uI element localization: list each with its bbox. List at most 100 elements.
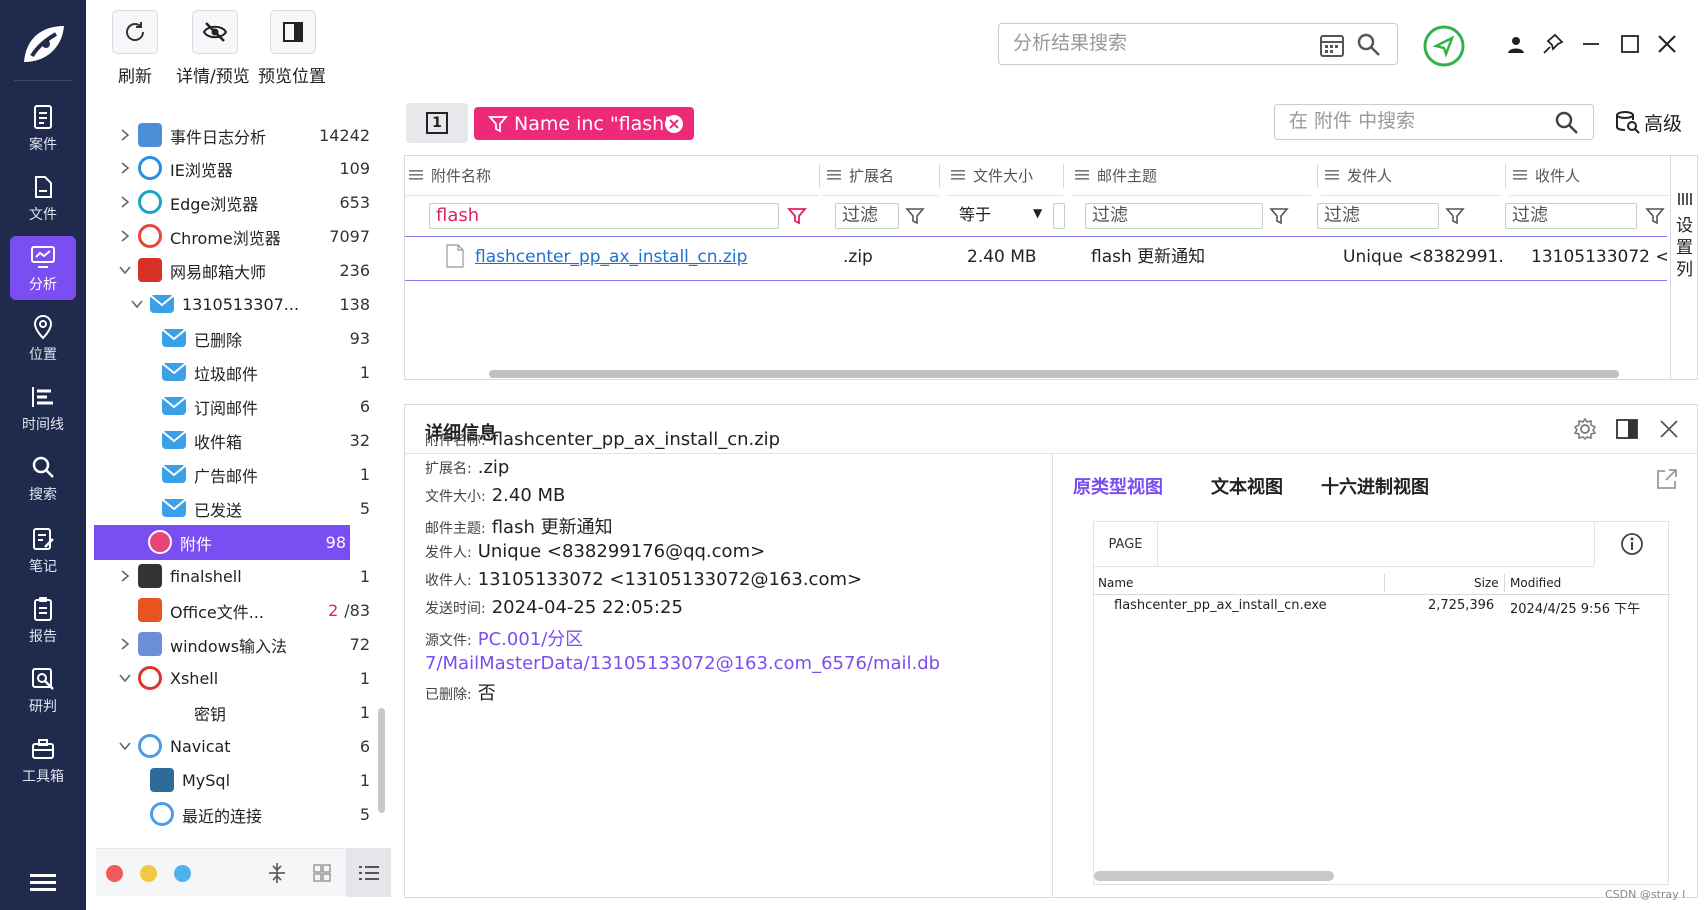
nav-timeline[interactable]: 时间线	[10, 376, 76, 440]
filter-chip[interactable]: Name inc "flash"	[474, 107, 694, 140]
analysis-search-input[interactable]	[999, 24, 1299, 62]
hamburger-menu-icon[interactable]	[30, 872, 56, 892]
subject-filter-input[interactable]: 过滤	[1085, 203, 1263, 229]
grid-view-icon[interactable]	[312, 863, 332, 883]
blue-dot-icon[interactable]	[174, 865, 191, 882]
tree-scrollbar[interactable]	[378, 708, 385, 813]
column-menu-icon[interactable]	[827, 168, 841, 182]
status-indicator-icon[interactable]	[1422, 24, 1466, 68]
tree-item[interactable]: 已删除 93	[96, 321, 376, 356]
panel-right-icon[interactable]	[1615, 417, 1639, 441]
chevron-right-icon[interactable]	[118, 128, 132, 142]
list-view-toggle[interactable]	[346, 849, 391, 897]
info-icon[interactable]	[1620, 532, 1644, 556]
search-icon[interactable]	[1553, 109, 1581, 137]
preview-position-button[interactable]	[270, 10, 316, 54]
nav-analysis[interactable]: 分析	[10, 236, 76, 300]
column-menu-icon[interactable]	[1075, 168, 1089, 182]
sender-filter-input[interactable]: 过滤	[1317, 203, 1439, 229]
ext-filter-input[interactable]: 过滤	[835, 203, 899, 229]
tree-item[interactable]: 已发送 5	[96, 491, 376, 526]
tab-hex-view[interactable]: 十六进制视图	[1321, 473, 1429, 499]
tree-item[interactable]: windows输入法 72	[96, 627, 376, 662]
calendar-icon[interactable]	[1319, 32, 1345, 58]
tree-item[interactable]: 附件 98	[94, 525, 350, 560]
tree-item[interactable]: Chrome浏览器 7097	[96, 219, 376, 254]
advanced-search-button[interactable]: 高级	[1614, 104, 1682, 140]
refresh-button[interactable]	[112, 10, 158, 54]
red-dot-icon[interactable]	[106, 865, 123, 882]
funnel-icon[interactable]	[905, 206, 925, 226]
minimize-icon[interactable]	[1580, 33, 1602, 55]
column-header-name[interactable]: 附件名称	[405, 156, 819, 196]
source-file-link[interactable]: PC.001/分区	[478, 629, 584, 650]
recipient-filter-input[interactable]: 过滤	[1505, 203, 1637, 229]
close-icon[interactable]	[1656, 33, 1678, 55]
chip-remove-icon[interactable]	[664, 114, 684, 134]
tree-item[interactable]: 广告邮件 1	[96, 457, 376, 492]
tree-item[interactable]: 最近的连接 5	[96, 797, 376, 832]
tree-item[interactable]: 垃圾邮件 1	[96, 355, 376, 390]
column-menu-icon[interactable]	[1513, 168, 1527, 182]
nav-file[interactable]: 文件	[10, 166, 76, 230]
column-menu-icon[interactable]	[951, 168, 965, 182]
funnel-icon[interactable]	[1645, 206, 1665, 226]
chevron-down-icon[interactable]	[118, 739, 132, 753]
chevron-down-icon[interactable]	[130, 297, 144, 311]
chevron-right-icon[interactable]	[118, 229, 132, 243]
search-icon[interactable]	[1355, 31, 1383, 59]
maximize-icon[interactable]	[1619, 33, 1641, 55]
funnel-icon[interactable]	[1269, 206, 1289, 226]
detail-preview-button[interactable]	[192, 10, 238, 54]
tree-item[interactable]: 事件日志分析 14242	[96, 118, 376, 153]
chevron-right-icon[interactable]	[118, 195, 132, 209]
tree-item[interactable]: IE浏览器 109	[96, 151, 376, 186]
analysis-search-box[interactable]	[998, 23, 1398, 65]
grid-horizontal-scrollbar[interactable]	[489, 370, 1619, 378]
chevron-right-icon[interactable]	[118, 161, 132, 175]
column-header-recipient[interactable]: 收件人	[1509, 156, 1669, 196]
name-filter-input[interactable]: flash	[429, 203, 779, 229]
nav-notes[interactable]: 笔记	[10, 518, 76, 582]
source-file-link-cont[interactable]: 7/MailMasterData/13105133072@163.com_657…	[425, 653, 940, 674]
chevron-right-icon[interactable]	[118, 637, 132, 651]
chevron-right-icon[interactable]	[118, 569, 132, 583]
attachment-name-link[interactable]: flashcenter_pp_ax_install_cn.zip	[475, 242, 805, 272]
tree-item[interactable]: Edge浏览器 653	[96, 185, 376, 220]
attachment-search-box[interactable]	[1274, 104, 1594, 140]
size-filter-input[interactable]	[1053, 203, 1065, 229]
attachment-search-input[interactable]	[1275, 105, 1535, 137]
collapse-icon[interactable]	[266, 861, 288, 885]
tree-item[interactable]: Office文件... 2/83	[96, 593, 376, 628]
open-external-icon[interactable]	[1655, 467, 1679, 491]
column-header-sender[interactable]: 发件人	[1321, 156, 1501, 196]
funnel-icon[interactable]	[787, 206, 807, 226]
page-number-button[interactable]: 1	[406, 103, 468, 143]
tree-item[interactable]: MySql 1	[96, 763, 376, 798]
column-header-size[interactable]: 文件大小	[947, 156, 1063, 196]
tree-item[interactable]: 网易邮箱大师 236	[96, 253, 376, 288]
tree-item[interactable]: 收件箱 32	[96, 423, 376, 458]
nav-search[interactable]: 搜索	[10, 446, 76, 510]
tab-native-view[interactable]: 原类型视图	[1073, 473, 1163, 499]
tree-item[interactable]: 1310513307... 138	[96, 287, 376, 322]
dropdown-arrow-icon[interactable]: ▼	[1033, 206, 1042, 220]
tree-item[interactable]: Navicat 6	[96, 729, 376, 764]
yellow-dot-icon[interactable]	[140, 865, 157, 882]
tree-item[interactable]: 密钥 1	[96, 695, 376, 730]
preview-scrollbar[interactable]	[1094, 871, 1334, 881]
nav-report[interactable]: 报告	[10, 588, 76, 652]
column-settings-button[interactable]: 设置列	[1670, 156, 1698, 380]
gear-icon[interactable]	[1573, 417, 1597, 441]
nav-toolbox[interactable]: 工具箱	[10, 728, 76, 792]
nav-judge[interactable]: 研判	[10, 658, 76, 722]
pin-icon[interactable]	[1542, 33, 1564, 55]
close-icon[interactable]	[1657, 417, 1681, 441]
nav-location[interactable]: 位置	[10, 306, 76, 370]
column-menu-icon[interactable]	[409, 168, 423, 182]
tree-item[interactable]: Xshell 1	[96, 661, 376, 696]
chevron-down-icon[interactable]	[118, 671, 132, 685]
column-header-subject[interactable]: 邮件主题	[1071, 156, 1311, 196]
tree-item[interactable]: finalshell 1	[96, 559, 376, 594]
tree-item[interactable]: 订阅邮件 6	[96, 389, 376, 424]
